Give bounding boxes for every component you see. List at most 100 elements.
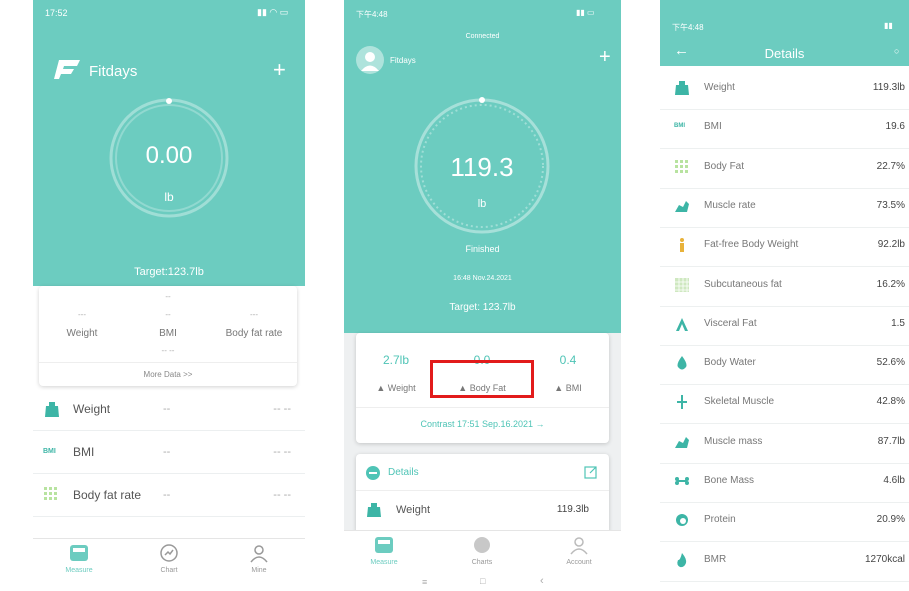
- list-row-bodyfat[interactable]: Body fat rate -- -- --: [33, 476, 305, 517]
- compare-divider: [356, 407, 609, 408]
- chart-icon: [160, 544, 178, 562]
- detail-label: Muscle mass: [704, 435, 763, 447]
- detail-row[interactable]: Protein 20.9%: [660, 502, 909, 543]
- details-divider: [356, 490, 609, 491]
- nav-mine[interactable]: Mine: [229, 543, 289, 574]
- detail-label: BMR: [704, 553, 727, 565]
- summary-bodyfat-label: Body fat rate: [225, 328, 283, 339]
- compare-bmi: ▲ BMI: [528, 383, 608, 393]
- detail-label: Body Fat: [704, 160, 745, 172]
- detail-row[interactable]: Visceral Fat 1.5: [660, 306, 909, 346]
- detail-value: 1270kcal: [864, 553, 905, 565]
- measure-datetime: 16:48 Nov.24.2021: [453, 275, 512, 282]
- wifi-icon: ◠: [269, 7, 278, 17]
- gauge-unit: lb: [477, 198, 487, 210]
- status-time: 下午4:48: [356, 10, 388, 19]
- signal-icon: ▮▮: [576, 8, 585, 17]
- up-arrow-icon: ▲: [376, 383, 388, 393]
- gauge-unit: lb: [164, 190, 174, 204]
- measure-icon: [70, 545, 88, 561]
- summary-divider: [39, 362, 297, 363]
- person-icon: [570, 537, 588, 555]
- bottom-nav: Measure Charts Account ≡ □ ‹: [344, 530, 621, 591]
- protein-icon: [674, 512, 690, 528]
- row-value: --: [163, 446, 171, 458]
- row-value: --: [163, 403, 171, 415]
- status-time: 17:52: [45, 8, 68, 18]
- status-icons: ▮▮ ▭: [576, 8, 595, 17]
- detail-row[interactable]: Subcutaneous fat 16.2%: [660, 267, 909, 307]
- add-user-button[interactable]: +: [599, 46, 611, 69]
- skeletal-icon: [674, 394, 690, 410]
- status-icons: ▮▮: [884, 21, 893, 30]
- detail-weight-value: 119.3lb: [556, 504, 589, 515]
- row-value: --: [163, 489, 171, 501]
- compare-bmi-value: 0.4: [559, 353, 577, 367]
- list-row-bmi[interactable]: BMI BMI -- -- --: [33, 433, 305, 474]
- detail-value: 16.2%: [876, 278, 905, 290]
- nav-measure-label: Measure: [370, 559, 398, 566]
- detail-row[interactable]: BMI BMI 19.6: [660, 109, 909, 150]
- add-device-button[interactable]: +: [273, 57, 286, 83]
- body-fat-icon: [674, 159, 690, 175]
- nav-measure[interactable]: Measure: [354, 535, 414, 566]
- detail-row[interactable]: Muscle rate 73.5%: [660, 188, 909, 228]
- user-name: Fitdays: [390, 56, 416, 65]
- muscle-icon: [674, 198, 690, 214]
- edit-icon[interactable]: [584, 465, 598, 479]
- detail-weight-label: Weight: [396, 504, 431, 516]
- connection-status: Connected: [465, 33, 500, 40]
- nav-account-label: Account: [566, 559, 592, 566]
- detail-value: 22.7%: [876, 160, 905, 172]
- detail-value: 4.6lb: [883, 475, 905, 486]
- home-icon[interactable]: □: [480, 576, 485, 586]
- detail-value: 119.3lb: [872, 82, 905, 93]
- battery-icon: ▭: [587, 8, 595, 17]
- summary-mid-dash: -- --: [161, 346, 175, 355]
- detail-row[interactable]: BMR 1270kcal: [660, 542, 909, 582]
- detail-label: Skeletal Muscle: [704, 396, 775, 408]
- back-icon[interactable]: ‹: [540, 575, 544, 587]
- detail-row[interactable]: Fat-free Body Weight 92.2lb: [660, 227, 909, 268]
- nav-charts[interactable]: Charts: [452, 535, 512, 566]
- gauge-value: 0.00: [145, 142, 193, 169]
- detail-row[interactable]: Body Fat 22.7%: [660, 149, 909, 189]
- measure-status: Finished: [465, 244, 500, 254]
- summary-weight-value: ---: [78, 310, 86, 319]
- menu-icon[interactable]: ≡: [422, 577, 427, 587]
- signal-icon: ▮▮: [884, 21, 893, 30]
- compare-weight-label: Weight: [387, 383, 416, 393]
- chart-icon: [474, 537, 490, 553]
- nav-chart[interactable]: Chart: [139, 543, 199, 574]
- avatar[interactable]: [356, 46, 384, 74]
- summary-top-dash: --: [165, 292, 171, 301]
- summary-bmi-label: BMI: [159, 328, 177, 339]
- up-arrow-icon: ▲: [554, 383, 566, 393]
- detail-row[interactable]: Body Water 52.6%: [660, 345, 909, 386]
- phone-fitdays-home: 17:52 ▮▮ ◠ ▭ Fitdays + 0.00 lb Target:12…: [33, 0, 305, 591]
- row-label: Body fat rate: [73, 488, 142, 502]
- flame-icon: [674, 552, 690, 568]
- bmi-icon: BMI: [43, 448, 56, 455]
- compare-weight: ▲ Weight: [356, 383, 436, 393]
- detail-value: 1.5: [891, 317, 905, 329]
- nav-measure[interactable]: Measure: [49, 543, 109, 574]
- measure-icon: [375, 537, 393, 553]
- nav-account[interactable]: Account: [549, 535, 609, 566]
- detail-label: Visceral Fat: [704, 317, 757, 329]
- detail-row[interactable]: Bone Mass 4.6lb: [660, 463, 909, 503]
- details-card: Details Weight 119.3lb: [356, 454, 609, 534]
- more-data-link[interactable]: More Data >>: [39, 370, 297, 379]
- detail-row[interactable]: Weight 119.3lb: [660, 70, 909, 110]
- detail-row[interactable]: Skeletal Muscle 42.8%: [660, 384, 909, 425]
- detail-value: 92.2lb: [877, 239, 905, 251]
- gauge-value: 119.3: [450, 152, 514, 182]
- detail-label: Weight: [704, 82, 735, 93]
- scale-icon: [366, 502, 382, 518]
- detail-value: 87.7lb: [877, 435, 905, 447]
- share-icon[interactable]: ○: [894, 46, 899, 56]
- list-row-weight[interactable]: Weight -- -- --: [33, 390, 305, 431]
- phone-details-list: 下午4:48 ▮▮ ← Details ○ Weight 119.3lb BMI BM…: [660, 0, 909, 591]
- contrast-link[interactable]: Contrast 17:51 Sep.16.2021 →: [356, 419, 609, 429]
- detail-row[interactable]: Muscle mass 87.7lb: [660, 424, 909, 464]
